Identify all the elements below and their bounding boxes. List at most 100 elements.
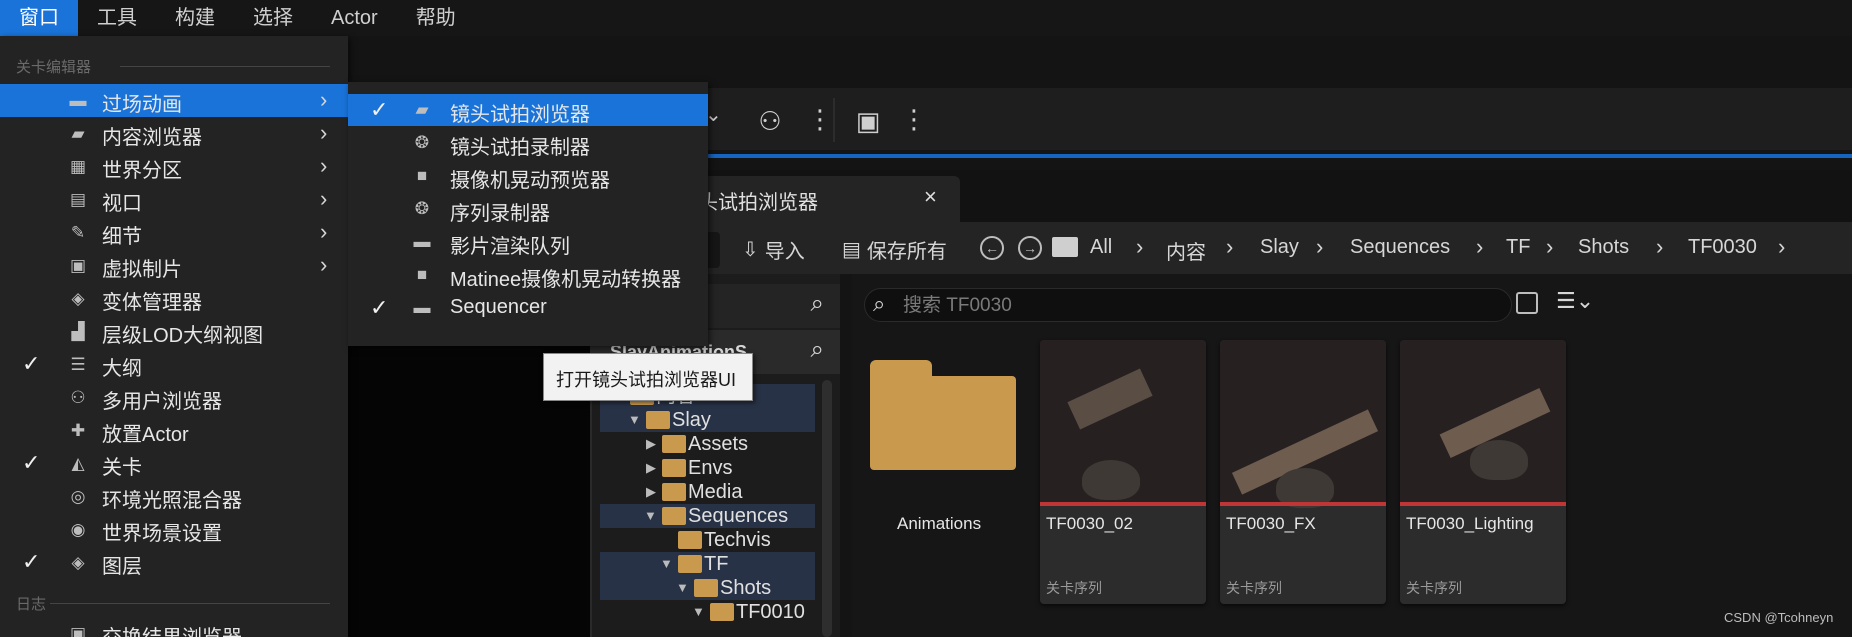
breadcrumb-sequences[interactable]: Sequences bbox=[1350, 236, 1450, 259]
breadcrumb-tf[interactable]: TF bbox=[1506, 236, 1530, 259]
collapsed-arrow-icon[interactable]: ▶ bbox=[646, 456, 656, 480]
menu-window[interactable]: 窗口 bbox=[0, 0, 78, 36]
breadcrumb-slay[interactable]: Slay bbox=[1260, 236, 1299, 259]
menu-item-cinematics[interactable]: ▬ 过场动画 › bbox=[0, 84, 348, 117]
menu-item-place-actor[interactable]: ✚ 放置Actor bbox=[0, 414, 348, 447]
film-reel-icon: ❂ bbox=[414, 133, 430, 152]
chevron-right-icon[interactable]: › bbox=[1546, 234, 1553, 260]
search-input[interactable] bbox=[903, 293, 1493, 319]
asset-label: Animations bbox=[897, 514, 982, 533]
collapsed-arrow-icon[interactable]: ▶ bbox=[646, 480, 656, 504]
menu-item-virtual-production[interactable]: ▣ 虚拟制片 › bbox=[0, 249, 348, 282]
menu-item-outliner[interactable]: ✓ ☰ 大纲 bbox=[0, 348, 348, 381]
expanded-arrow-icon[interactable]: ▼ bbox=[660, 552, 673, 576]
tree-item-label: Assets bbox=[688, 433, 749, 455]
tree-item-label: Shots bbox=[720, 577, 772, 599]
menu-item-env-light-mixer[interactable]: ◎ 环境光照混合器 bbox=[0, 480, 348, 513]
tree-item[interactable]: ▼ TF bbox=[600, 552, 815, 576]
menu-item-variant-manager[interactable]: ◈ 变体管理器 bbox=[0, 282, 348, 315]
interchange-icon: ▣ bbox=[69, 624, 87, 637]
forward-icon[interactable]: → bbox=[1018, 236, 1042, 260]
asset-thumbnail bbox=[1220, 340, 1386, 508]
expanded-arrow-icon[interactable]: ▼ bbox=[676, 576, 689, 600]
breadcrumb-content[interactable]: 内容 bbox=[1166, 236, 1206, 265]
breadcrumb-shots[interactable]: Shots bbox=[1578, 236, 1629, 259]
save-icon: ▤ bbox=[842, 238, 861, 261]
filter-icon[interactable]: ☰⌄ bbox=[1556, 288, 1594, 314]
breadcrumb-tf0030[interactable]: TF0030 bbox=[1688, 236, 1757, 259]
tree-item[interactable]: ▶ Assets bbox=[600, 432, 815, 456]
asset-name: TF0030_Lighting bbox=[1406, 514, 1534, 533]
expanded-arrow-icon[interactable]: ▼ bbox=[644, 504, 657, 528]
submenu-item-movie-render-queue[interactable]: ▬ 影片渲染队列 bbox=[348, 226, 708, 258]
asset-card[interactable]: TF0030_02 关卡序列 bbox=[1040, 340, 1206, 604]
save-search-icon[interactable] bbox=[1516, 292, 1538, 314]
folder-icon bbox=[678, 555, 702, 573]
menu-item-world-settings[interactable]: ◉ 世界场景设置 bbox=[0, 513, 348, 546]
tree-item[interactable]: ▼ Slay bbox=[600, 408, 815, 432]
search-icon[interactable]: ⌕ bbox=[811, 336, 824, 364]
chevron-right-icon[interactable]: › bbox=[1656, 234, 1663, 260]
checkmark-icon: ✓ bbox=[370, 295, 389, 320]
checkmark-icon: ✓ bbox=[22, 450, 41, 475]
menu-item-world-partition[interactable]: ▦ 世界分区 › bbox=[0, 150, 348, 183]
back-icon[interactable]: ← bbox=[980, 236, 1004, 260]
camera-icon[interactable]: ▣ bbox=[853, 106, 883, 136]
asset-folder-animations[interactable] bbox=[870, 360, 1016, 470]
submenu-item-take-recorder[interactable]: ❂ 镜头试拍录制器 bbox=[348, 127, 708, 159]
import-button[interactable]: ⇩ 导入 bbox=[742, 234, 805, 264]
expanded-arrow-icon[interactable]: ▼ bbox=[628, 408, 641, 432]
chevron-right-icon[interactable]: › bbox=[1226, 234, 1233, 260]
submenu-item-sequence-recorder[interactable]: ❂ 序列录制器 bbox=[348, 193, 708, 225]
asset-card[interactable]: TF0030_Lighting 关卡序列 bbox=[1400, 340, 1566, 604]
breadcrumb-all[interactable]: All bbox=[1090, 236, 1112, 259]
menu-item-content-browser[interactable]: ▰ 内容浏览器 › bbox=[0, 117, 348, 150]
chevron-right-icon: › bbox=[320, 252, 328, 277]
menu-item-details[interactable]: ✎ 细节 › bbox=[0, 216, 348, 249]
tree-item[interactable]: ▼ Shots bbox=[600, 576, 815, 600]
tree-item[interactable]: ▼ Sequences bbox=[600, 504, 815, 528]
menu-item-levels[interactable]: ✓ ◭ 关卡 bbox=[0, 447, 348, 480]
clapperboard-icon: ▬ bbox=[69, 91, 87, 110]
asset-search-bar: ⌕ bbox=[864, 288, 1512, 322]
submenu-item-matinee-shake-converter[interactable]: ■ Matinee摄像机晃动转换器 bbox=[348, 259, 708, 291]
close-icon[interactable]: × bbox=[924, 184, 937, 210]
asset-card[interactable]: TF0030_FX 关卡序列 bbox=[1220, 340, 1386, 604]
menu-item-layers[interactable]: ✓ ◈ 图层 bbox=[0, 546, 348, 579]
globe-icon: ◉ bbox=[70, 520, 86, 539]
menu-item-viewport[interactable]: ▤ 视口 › bbox=[0, 183, 348, 216]
collapsed-arrow-icon[interactable]: ▶ bbox=[646, 432, 656, 456]
outline-icon: ☰ bbox=[70, 355, 86, 374]
menu-item-interchange-browser[interactable]: ▣ 交换结果浏览器 bbox=[0, 617, 348, 637]
tree-item[interactable]: ▶ Media bbox=[600, 480, 815, 504]
tree-item-label: Slay bbox=[672, 409, 711, 431]
tree-item[interactable]: Techvis bbox=[600, 528, 815, 552]
chevron-right-icon[interactable]: › bbox=[1778, 234, 1785, 260]
more-options-icon[interactable]: ⋮ bbox=[807, 102, 833, 136]
chevron-right-icon[interactable]: › bbox=[1476, 234, 1483, 260]
submenu-item-sequencer[interactable]: ✓ ▬ Sequencer bbox=[348, 292, 708, 324]
folder-icon[interactable] bbox=[1052, 237, 1078, 257]
multi-user-icon[interactable]: ⚇ bbox=[755, 106, 785, 136]
menu-build[interactable]: 构建 bbox=[156, 0, 234, 36]
import-icon: ⇩ bbox=[742, 238, 759, 261]
search-icon[interactable]: ⌕ bbox=[811, 290, 824, 318]
menu-select[interactable]: 选择 bbox=[234, 0, 312, 36]
more-options-icon[interactable]: ⋮ bbox=[901, 102, 927, 136]
expanded-arrow-icon[interactable]: ▼ bbox=[692, 600, 705, 624]
tree-item[interactable]: ▶ Envs bbox=[600, 456, 815, 480]
tree-scrollbar[interactable] bbox=[822, 380, 832, 637]
tree-item-label: TF bbox=[704, 553, 729, 575]
menu-actor[interactable]: Actor bbox=[312, 0, 397, 36]
save-all-button[interactable]: ▤ 保存所有 bbox=[842, 234, 947, 264]
menu-item-multi-user[interactable]: ⚇ 多用户浏览器 bbox=[0, 381, 348, 414]
chevron-right-icon: › bbox=[320, 153, 328, 178]
menu-item-hlod-outliner[interactable]: ▟ 层级LOD大纲视图 bbox=[0, 315, 348, 348]
menu-help[interactable]: 帮助 bbox=[397, 0, 475, 36]
submenu-item-camera-shake-previewer[interactable]: ■ 摄像机晃动预览器 bbox=[348, 160, 708, 192]
tree-item[interactable]: ▼ TF0010 bbox=[600, 600, 815, 624]
submenu-item-shot-browser[interactable]: ✓ ▰ 镜头试拍浏览器 bbox=[348, 94, 708, 126]
chevron-right-icon[interactable]: › bbox=[1316, 234, 1323, 260]
menu-tools[interactable]: 工具 bbox=[78, 0, 156, 36]
chevron-right-icon[interactable]: › bbox=[1136, 234, 1143, 260]
